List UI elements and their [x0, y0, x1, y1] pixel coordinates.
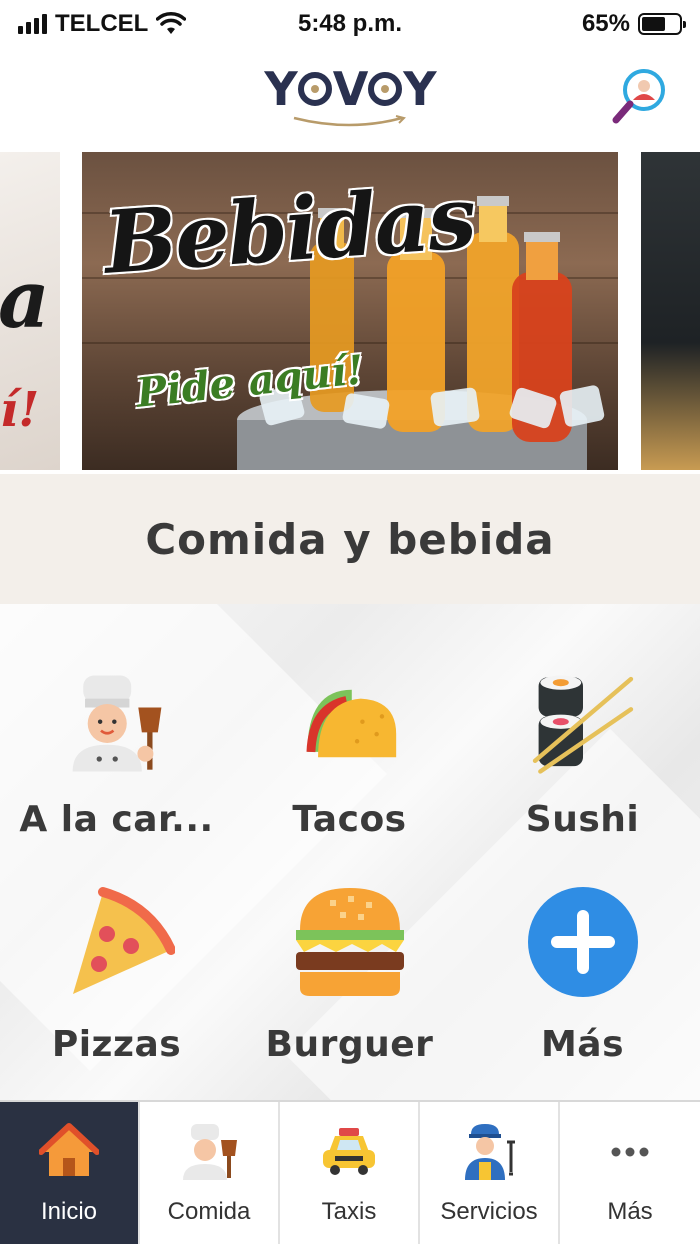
grid-item-a-la-carta[interactable]: A la car... — [0, 604, 233, 840]
status-right: 65% — [581, 10, 686, 38]
grid-item-label: Sushi — [525, 799, 640, 840]
tab-label: Más — [607, 1198, 653, 1225]
grid-item-label: Más — [540, 1024, 625, 1065]
tab-taxis[interactable]: Taxis — [280, 1102, 420, 1244]
status-bar: TELCEL 5:48 p.m. 65% — [0, 0, 700, 48]
grid-item-burguer[interactable]: Burguer — [233, 840, 466, 1076]
logo-swoosh — [293, 115, 406, 127]
mechanic-icon — [465, 1124, 515, 1180]
profile-search-button[interactable] — [610, 66, 670, 126]
home-icon — [39, 1123, 99, 1176]
tab-label: Taxis — [321, 1198, 377, 1225]
prev-slide-text: a — [0, 252, 50, 346]
category-header: Comida y bebida — [0, 474, 700, 604]
tab-comida[interactable]: Comida — [140, 1102, 280, 1244]
tab-label: Inicio — [40, 1198, 98, 1225]
more-icon — [611, 1147, 649, 1157]
carrier-name: TELCEL — [55, 10, 149, 37]
category-grid: A la car... Tacos Sushi Pizzas Burguer M… — [0, 604, 700, 1076]
sushi-icon — [532, 675, 633, 774]
category-grid-area: A la car... Tacos Sushi Pizzas Burguer M… — [0, 604, 700, 1100]
tab-inicio[interactable]: Inicio — [0, 1102, 140, 1244]
carousel-slide-bebidas[interactable]: Bebidas Pide aquí! — [82, 152, 618, 470]
grid-item-pizzas[interactable]: Pizzas — [0, 840, 233, 1076]
app-header: YVY — [0, 48, 700, 144]
promo-carousel[interactable]: a í! Bebidas Pide aquí! — [0, 148, 700, 474]
status-left: TELCEL — [18, 10, 187, 38]
tab-mas[interactable]: Más — [560, 1102, 700, 1244]
prev-slide-text-2: í! — [0, 382, 40, 438]
burger-icon — [295, 888, 404, 996]
yovoy-logo[interactable]: YVY — [264, 62, 437, 130]
tab-servicios[interactable]: Servicios — [420, 1102, 560, 1244]
bottom-tab-bar: Inicio Comida Taxis Servicios Más — [0, 1100, 700, 1244]
chef-icon — [72, 675, 161, 772]
grid-item-label: Burguer — [265, 1024, 434, 1065]
category-title: Comida y bebida — [145, 514, 555, 564]
logo-wordmark: YVY — [264, 62, 436, 116]
grid-item-label: Pizzas — [51, 1024, 182, 1065]
signal-icon — [18, 14, 47, 34]
grid-item-sushi[interactable]: Sushi — [466, 604, 699, 840]
taxi-icon — [323, 1128, 375, 1175]
wifi-icon — [156, 12, 187, 34]
grid-item-label: Tacos — [292, 799, 407, 840]
plus-icon — [527, 887, 638, 997]
profile-search-icon — [612, 69, 665, 124]
battery-icon — [638, 13, 686, 35]
tab-label: Servicios — [440, 1198, 538, 1225]
grid-item-mas[interactable]: Más — [466, 840, 699, 1076]
chef-icon — [183, 1124, 237, 1180]
battery-percent: 65% — [581, 10, 630, 37]
carousel-slide-prev[interactable]: a í! — [0, 152, 60, 470]
grid-item-label: A la car... — [19, 799, 214, 840]
taco-icon — [305, 689, 396, 758]
carousel-slide-next[interactable] — [641, 152, 700, 470]
grid-item-tacos[interactable]: Tacos — [233, 604, 466, 840]
tab-label: Comida — [167, 1198, 251, 1225]
pizza-icon — [72, 887, 175, 994]
